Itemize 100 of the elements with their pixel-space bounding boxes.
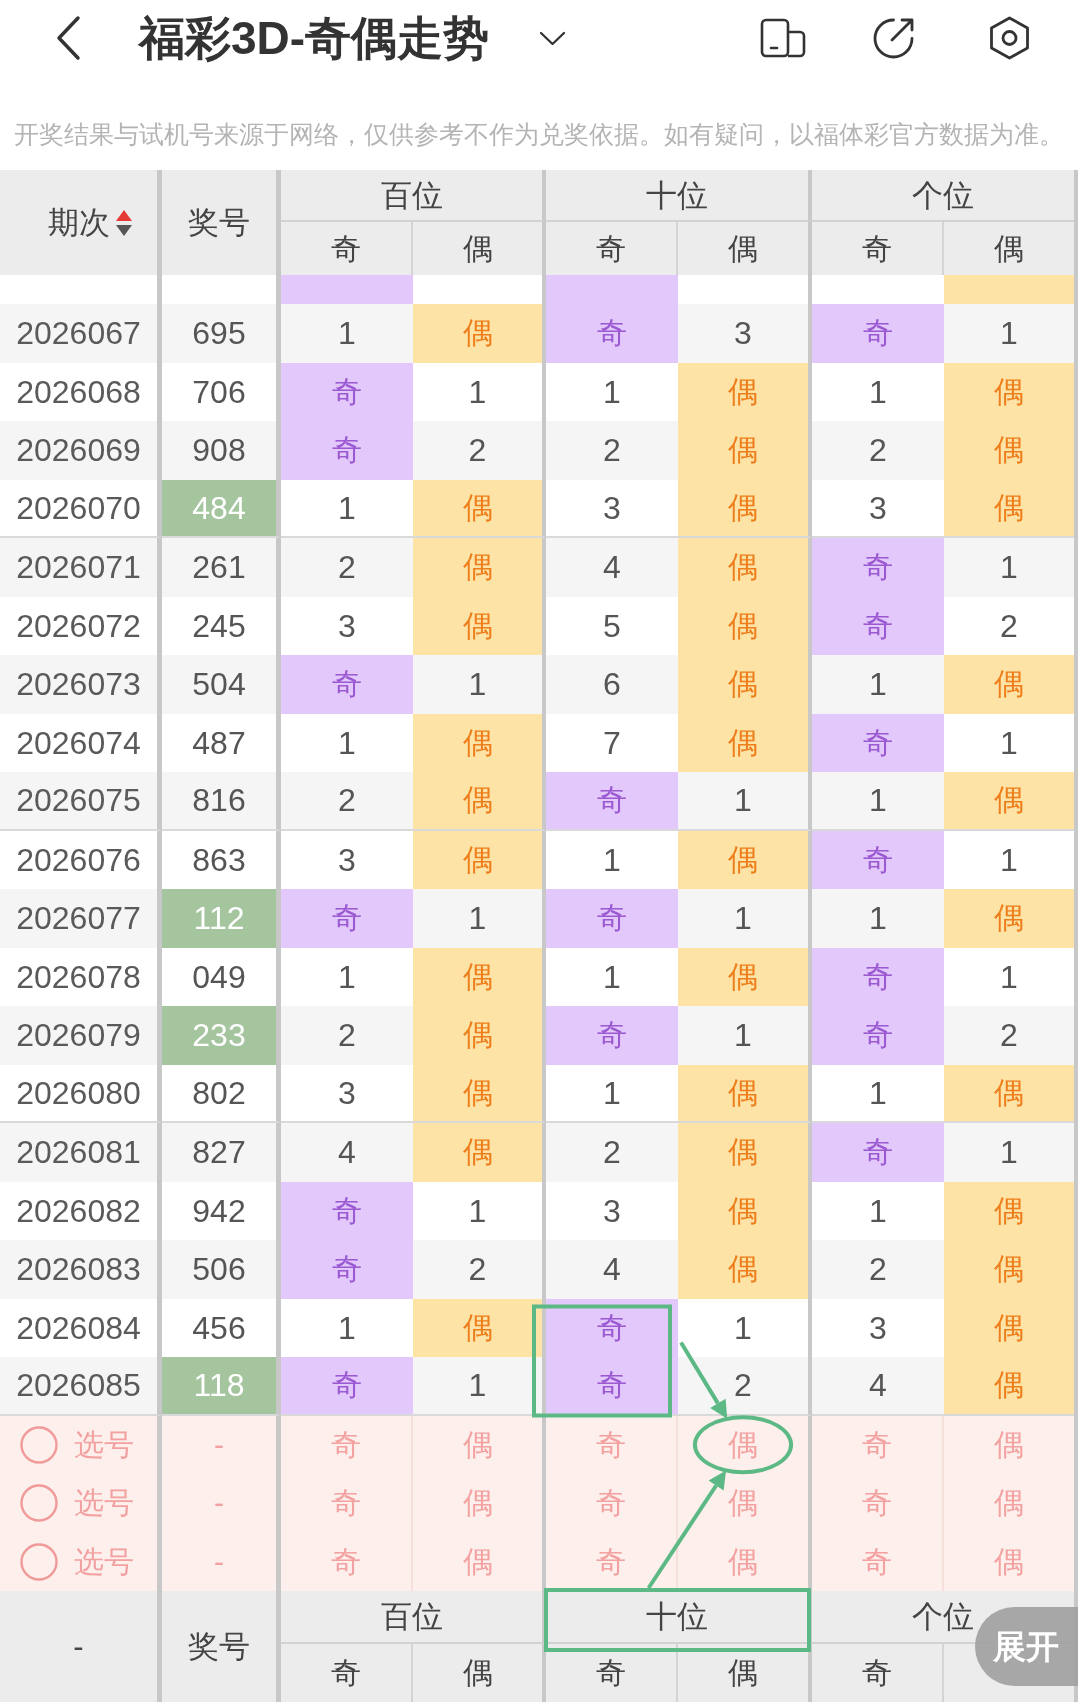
- hit-cell: 奇: [546, 889, 678, 948]
- dropdown-caret-icon[interactable]: [539, 30, 567, 46]
- draw-number: 484: [162, 479, 281, 538]
- hit-cell: 偶: [678, 1064, 812, 1123]
- hit-cell: 偶: [678, 1123, 812, 1182]
- miss-count: 1: [868, 1191, 888, 1231]
- hit-cell: 奇: [812, 713, 944, 772]
- hit-cell: 偶: [944, 421, 1074, 480]
- miss-count: 2: [999, 606, 1019, 646]
- hit-cell: 偶: [413, 479, 546, 538]
- sort-icon[interactable]: [115, 209, 132, 236]
- disclaimer-text: 开奖结果与试机号来源于网络，仅供参考不作为兑奖依据。如有疑问，以福体彩官方数据为准。: [14, 119, 1064, 150]
- hit-cell: 偶: [944, 1240, 1074, 1299]
- hit-cell: 奇: [812, 1123, 944, 1182]
- hit-cell: 偶: [413, 1123, 546, 1182]
- draw-number: 112: [162, 889, 281, 948]
- miss-count: 1: [999, 723, 1019, 763]
- hit-cell: 偶: [413, 947, 546, 1006]
- devices-icon[interactable]: [760, 18, 806, 58]
- hit-cell: 偶: [678, 1181, 812, 1240]
- miss-count: 1: [337, 1308, 357, 1348]
- miss-count: 1: [337, 314, 357, 354]
- hit-cell: 偶: [944, 362, 1074, 421]
- hit-cell: 偶: [678, 830, 812, 889]
- miss-count: 1: [999, 840, 1019, 880]
- column-header: -: [0, 1591, 162, 1702]
- miss-count: 4: [602, 548, 622, 588]
- miss-count: 3: [337, 606, 357, 646]
- hit-cell: 奇: [281, 421, 413, 480]
- hit-cell: 偶: [678, 1240, 812, 1299]
- hit-cell: 偶: [678, 538, 812, 597]
- miss-count: 1: [999, 1133, 1019, 1173]
- draw-number: 118: [162, 1357, 281, 1416]
- hit-cell: 奇: [812, 1006, 944, 1065]
- column-header: 奇: [281, 1644, 413, 1702]
- hit-cell: 偶: [944, 1181, 1074, 1240]
- miss-count: 6: [602, 665, 622, 705]
- hit-cell: 偶: [413, 1298, 546, 1357]
- hit-cell: 奇: [812, 947, 944, 1006]
- hit-cell: 奇: [546, 772, 678, 831]
- miss-count: 2: [868, 431, 888, 471]
- miss-count: 1: [337, 957, 357, 997]
- miss-count: 1: [868, 665, 888, 705]
- hit-cell: 奇: [812, 538, 944, 597]
- column-header: 奖号: [162, 1591, 281, 1702]
- hit-cell: 奇: [812, 830, 944, 889]
- hit-cell: 偶: [413, 713, 546, 772]
- hit-cell: 偶: [678, 479, 812, 538]
- hit-cell: 奇: [546, 1357, 678, 1416]
- hit-cell: 偶: [944, 1357, 1074, 1416]
- hit-cell: 奇: [281, 362, 413, 421]
- hit-cell: 偶: [944, 1298, 1074, 1357]
- hit-cell: 奇: [812, 304, 944, 363]
- parity-option[interactable]: 偶: [944, 1474, 1074, 1533]
- hit-cell: 偶: [944, 889, 1074, 948]
- miss-count: 2: [999, 1016, 1019, 1056]
- hit-cell: 奇: [281, 889, 413, 948]
- hit-cell: 偶: [678, 655, 812, 714]
- hit-cell: 偶: [678, 713, 812, 772]
- hit-cell: 奇: [546, 1006, 678, 1065]
- miss-count: 2: [602, 431, 622, 471]
- miss-count: 4: [602, 1250, 622, 1290]
- hit-cell: 偶: [413, 538, 546, 597]
- miss-count: 1: [602, 372, 622, 412]
- column-header: 奇: [812, 1644, 944, 1702]
- hit-cell: 偶: [413, 596, 546, 655]
- hit-cell: 偶: [944, 1064, 1074, 1123]
- draw-number: 233: [162, 1006, 281, 1065]
- hit-cell: 奇: [281, 1181, 413, 1240]
- share-icon[interactable]: [872, 16, 915, 60]
- miss-count: 2: [337, 548, 357, 588]
- hit-cell: 偶: [413, 304, 546, 363]
- settings-icon[interactable]: [988, 16, 1031, 60]
- miss-count: 1: [999, 548, 1019, 588]
- miss-count: 1: [868, 372, 888, 412]
- parity-option[interactable]: 偶: [944, 1415, 1074, 1474]
- back-icon[interactable]: [54, 15, 82, 61]
- hit-cell: 偶: [413, 1006, 546, 1065]
- miss-count: 1: [999, 314, 1019, 354]
- column-header: 十位: [546, 170, 812, 222]
- miss-count: 4: [337, 1133, 357, 1173]
- hit-cell: 奇: [281, 1357, 413, 1416]
- miss-count: 1: [999, 957, 1019, 997]
- miss-count: 1: [602, 840, 622, 880]
- hit-cell: 偶: [678, 947, 812, 1006]
- miss-count: 1: [337, 723, 357, 763]
- hit-cell: 偶: [413, 772, 546, 831]
- page-title: 福彩3D-奇偶走势: [139, 12, 490, 64]
- expand-button[interactable]: 展开: [975, 1607, 1078, 1686]
- miss-count: 3: [868, 1308, 888, 1348]
- hit-cell: 偶: [678, 362, 812, 421]
- parity-option[interactable]: 偶: [944, 1532, 1074, 1591]
- miss-count: 2: [337, 1016, 357, 1056]
- hit-cell: 奇: [812, 596, 944, 655]
- column-header: 偶: [993, 230, 1025, 267]
- hit-cell: 偶: [944, 655, 1074, 714]
- hit-cell: 偶: [413, 1064, 546, 1123]
- hit-cell: 奇: [281, 655, 413, 714]
- hit-cell: 偶: [678, 421, 812, 480]
- column-header: 百位: [281, 170, 546, 222]
